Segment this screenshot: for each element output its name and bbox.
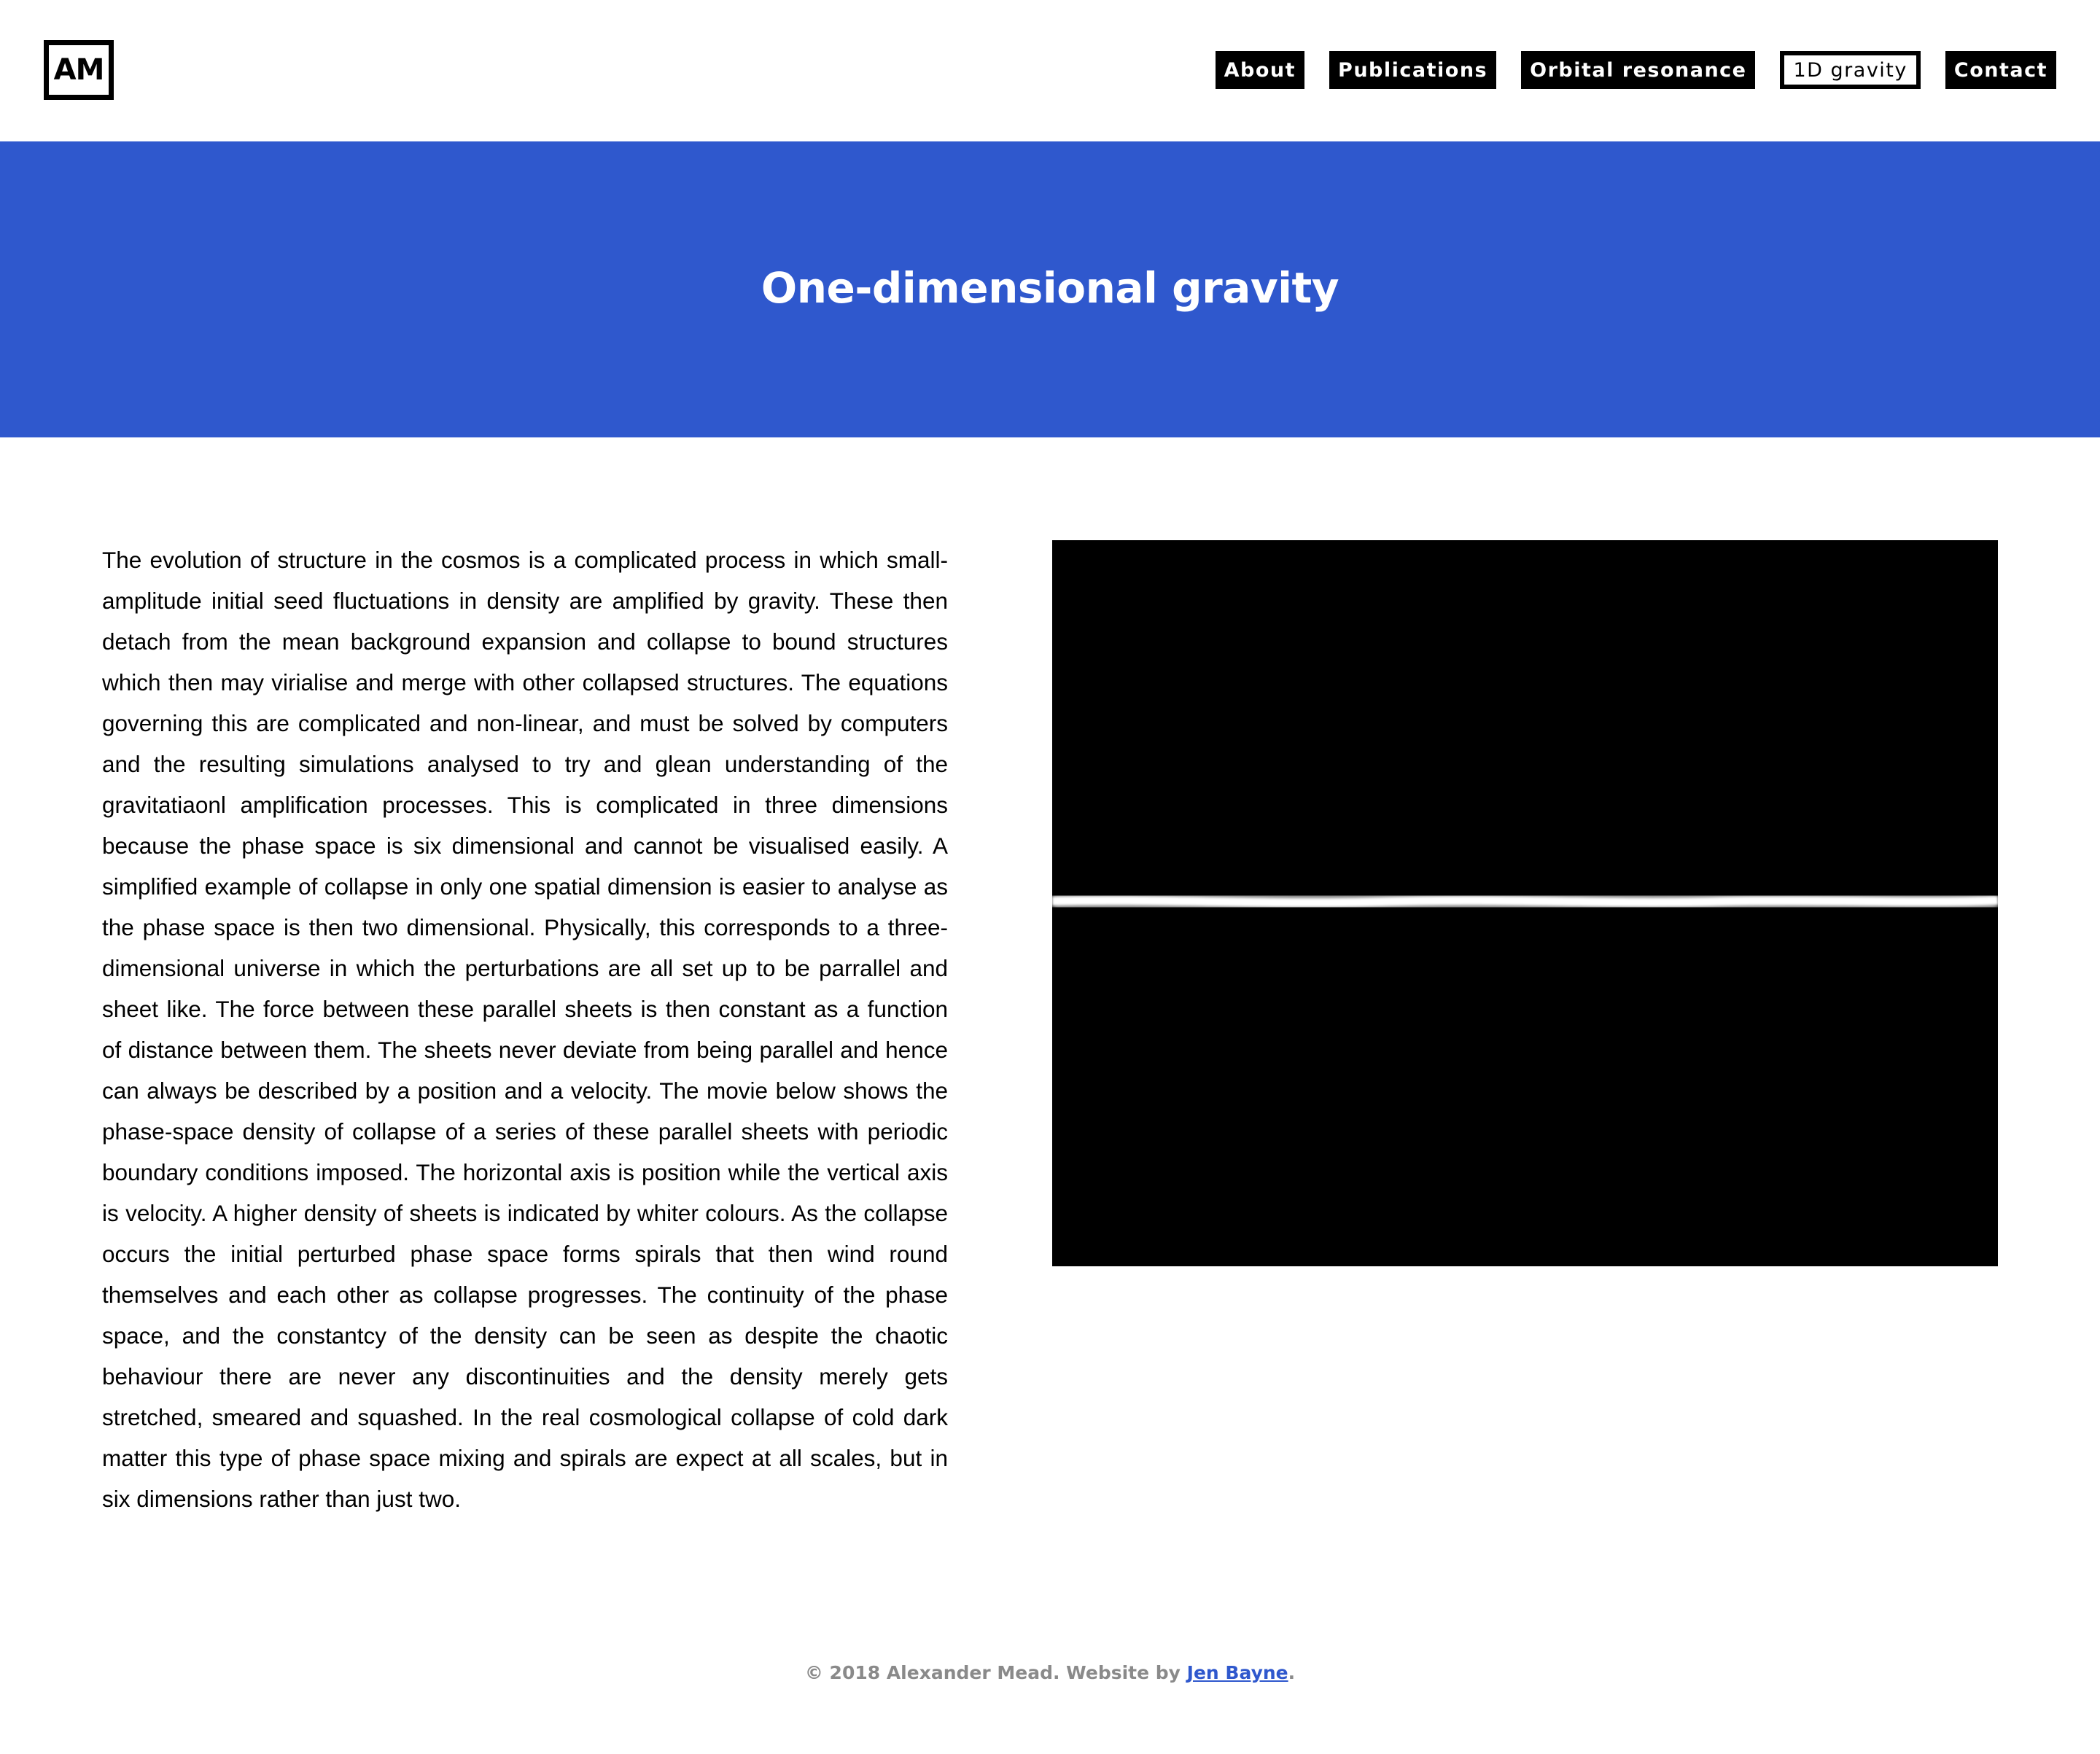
nav-orbital-resonance[interactable]: Orbital resonance [1521,51,1756,89]
nav-about[interactable]: About [1215,51,1305,89]
nav-contact[interactable]: Contact [1945,51,2056,89]
hero-banner: One-dimensional gravity [0,141,2100,437]
page-title: One-dimensional gravity [761,263,1339,313]
site-header: AM About Publications Orbital resonance … [0,0,2100,141]
logo[interactable]: AM [44,40,114,100]
credit-link[interactable]: Jen Bayne [1187,1662,1288,1683]
main-nav: About Publications Orbital resonance 1D … [1215,51,2056,89]
nav-publications[interactable]: Publications [1329,51,1497,89]
nav-1d-gravity[interactable]: 1D gravity [1780,51,1921,89]
phase-space-sheet [1052,896,1998,908]
copyright-text: © 2018 Alexander Mead. Website by [804,1662,1187,1683]
body-text: The evolution of structure in the cosmos… [102,547,948,1512]
phase-space-movie[interactable] [1052,540,1998,1266]
site-footer: © 2018 Alexander Mead. Website by Jen Ba… [0,1662,2100,1683]
phase-space-frame [1052,540,1998,1266]
footer-period: . [1288,1662,1296,1683]
